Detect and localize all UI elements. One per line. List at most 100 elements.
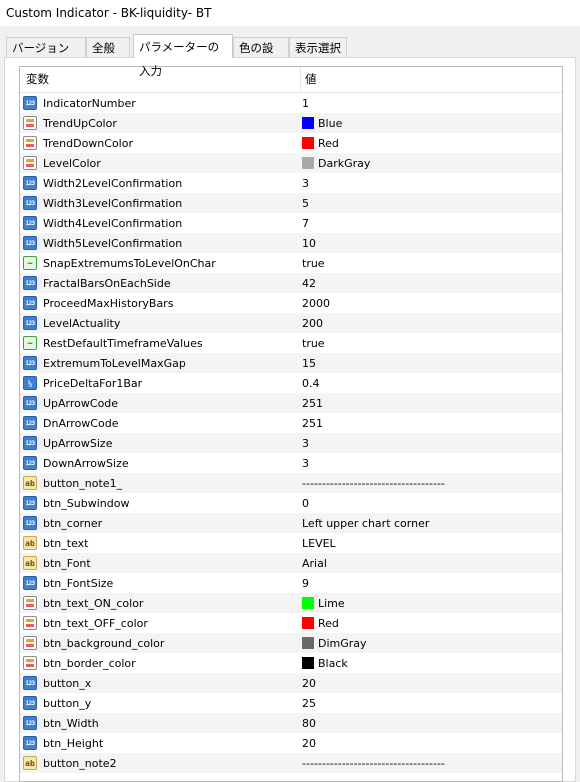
table-row[interactable]: btn_text_OFF_color Red — [20, 613, 562, 633]
table-row[interactable]: 123 Width5LevelConfirmation 10 — [20, 233, 562, 253]
parameter-value-cell[interactable]: 251 — [301, 413, 562, 433]
parameter-value-cell[interactable]: 1 — [301, 93, 562, 113]
table-row[interactable]: 123 ExtremumToLevelMaxGap 15 — [20, 353, 562, 373]
tab-general[interactable]: 全般 — [86, 37, 130, 57]
parameter-name: button_note1_ — [43, 476, 123, 490]
parameter-value-cell[interactable]: Left upper chart corner — [301, 513, 562, 533]
parameter-value-cell[interactable]: Arial — [301, 553, 562, 573]
int-icon: 123 — [23, 356, 37, 370]
window-title: Custom Indicator - BK-liquidity- BT — [0, 0, 580, 26]
table-row[interactable]: 123 Width2LevelConfirmation 3 — [20, 173, 562, 193]
parameter-name: ProceedMaxHistoryBars — [43, 296, 174, 310]
table-row[interactable]: ab btn_text LEVEL — [20, 533, 562, 553]
parameter-value-cell[interactable]: 0 — [301, 493, 562, 513]
table-row[interactable]: ab button_note1_ -------------------------… — [20, 473, 562, 493]
parameter-value-cell[interactable]: 3 — [301, 433, 562, 453]
table-row[interactable]: 123 IndicatorNumber 1 — [20, 93, 562, 113]
parameter-value-cell[interactable]: Black — [301, 653, 562, 673]
parameter-value-cell[interactable]: 200 — [301, 313, 562, 333]
parameter-value-cell[interactable]: 20 — [301, 733, 562, 753]
parameter-value-cell[interactable]: 3 — [301, 173, 562, 193]
table-row[interactable]: 123 btn_corner Left upper chart corner — [20, 513, 562, 533]
parameter-value-cell[interactable]: 10 — [301, 233, 562, 253]
parameter-value-cell[interactable]: 42 — [301, 273, 562, 293]
table-row[interactable]: 123 button_y 25 — [20, 693, 562, 713]
table-row[interactable]: 123 LevelActuality 200 — [20, 313, 562, 333]
table-row[interactable]: 123 DnArrowCode 251 — [20, 413, 562, 433]
parameter-value-cell[interactable]: 3 — [301, 453, 562, 473]
int-icon: 123 — [23, 296, 37, 310]
parameter-value-cell[interactable]: 20 — [301, 673, 562, 693]
parameter-value-cell[interactable]: Lime — [301, 593, 562, 613]
parameter-value-cell[interactable]: Red — [301, 133, 562, 153]
parameter-name-cell: btn_text_OFF_color — [20, 613, 301, 633]
string-icon: ab — [23, 536, 37, 550]
table-row[interactable]: ½ PriceDeltaFor1Bar 0.4 — [20, 373, 562, 393]
parameter-name-cell: 123 ExtremumToLevelMaxGap — [20, 353, 301, 373]
parameter-name-cell: 123 IndicatorNumber — [20, 93, 301, 113]
parameter-name: btn_text_OFF_color — [43, 616, 148, 630]
int-icon: 123 — [23, 676, 37, 690]
table-row[interactable]: 123 UpArrowSize 3 — [20, 433, 562, 453]
parameter-value-cell[interactable]: 251 — [301, 393, 562, 413]
parameter-name: btn_Font — [43, 556, 91, 570]
parameter-value-cell[interactable]: Blue — [301, 113, 562, 133]
table-row[interactable]: ab btn_Font Arial — [20, 553, 562, 573]
int-icon: 123 — [23, 96, 37, 110]
parameter-value-cell[interactable]: 2000 — [301, 293, 562, 313]
tab-colors[interactable]: 色の設定 — [233, 37, 289, 75]
parameter-value: 25 — [302, 696, 316, 710]
parameter-value-cell[interactable]: 0.4 — [301, 373, 562, 393]
parameter-name-cell: btn_border_color — [20, 653, 301, 673]
parameter-name: LevelActuality — [43, 316, 121, 330]
table-row[interactable]: 123 DownArrowSize 3 — [20, 453, 562, 473]
table-row[interactable]: 123 UpArrowCode 251 — [20, 393, 562, 413]
int-icon: 123 — [23, 276, 37, 290]
parameter-value-cell[interactable]: DimGray — [301, 633, 562, 653]
table-row[interactable]: TrendDownColor Red — [20, 133, 562, 153]
parameter-value-cell[interactable]: true — [301, 333, 562, 353]
table-row[interactable]: 123 btn_Subwindow 0 — [20, 493, 562, 513]
table-row[interactable]: 123 btn_Width 80 — [20, 713, 562, 733]
parameter-value-cell[interactable]: true — [301, 253, 562, 273]
table-row[interactable]: ~ SnapExtremumsToLevelOnChar true — [20, 253, 562, 273]
color-swatch — [302, 157, 314, 169]
parameter-value-cell[interactable]: 25 — [301, 693, 562, 713]
tab-version-info[interactable]: バージョン情報 — [6, 37, 86, 75]
parameter-name-cell: ab btn_text — [20, 533, 301, 553]
parameter-name: DnArrowCode — [43, 416, 119, 430]
tab-visualization[interactable]: 表示選択 — [289, 37, 347, 57]
parameter-value-cell[interactable]: 7 — [301, 213, 562, 233]
parameter-value-cell[interactable]: 5 — [301, 193, 562, 213]
table-row[interactable]: TrendUpColor Blue — [20, 113, 562, 133]
parameter-value-cell[interactable]: 80 — [301, 713, 562, 733]
table-row[interactable]: 123 Width4LevelConfirmation 7 — [20, 213, 562, 233]
parameter-name-cell: ~ SnapExtremumsToLevelOnChar — [20, 253, 301, 273]
tab-parameters[interactable]: パラメーターの入力 — [133, 34, 233, 78]
parameter-value-cell[interactable]: LEVEL — [301, 533, 562, 553]
table-row[interactable]: 123 ProceedMaxHistoryBars 2000 — [20, 293, 562, 313]
table-row[interactable]: 123 btn_FontSize 9 — [20, 573, 562, 593]
table-row[interactable]: btn_text_ON_color Lime — [20, 593, 562, 613]
table-row[interactable]: btn_border_color Black — [20, 653, 562, 673]
table-row[interactable]: LevelColor DarkGray — [20, 153, 562, 173]
table-row[interactable]: btn_background_color DimGray — [20, 633, 562, 653]
parameter-value: 7 — [302, 216, 309, 230]
parameter-value-cell[interactable]: 15 — [301, 353, 562, 373]
parameter-name-cell: btn_text_ON_color — [20, 593, 301, 613]
table-row[interactable]: 123 Width3LevelConfirmation 5 — [20, 193, 562, 213]
parameter-value-cell[interactable]: Red — [301, 613, 562, 633]
column-header-value[interactable]: 値 — [301, 67, 562, 92]
table-row[interactable]: 123 button_x 20 — [20, 673, 562, 693]
table-row[interactable]: 123 FractalBarsOnEachSide 42 — [20, 273, 562, 293]
parameter-value-cell[interactable]: ------------------------------------ — [301, 753, 562, 773]
parameter-value-cell[interactable]: 9 — [301, 573, 562, 593]
table-row[interactable]: ab button_note2 --------------------------… — [20, 753, 562, 773]
table-row[interactable]: ~ RestDefaultTimeframeValues true — [20, 333, 562, 353]
parameter-name-cell: 123 Width2LevelConfirmation — [20, 173, 301, 193]
table-row[interactable]: 123 btn_Height 20 — [20, 733, 562, 753]
parameter-value-cell[interactable]: ------------------------------------ — [301, 473, 562, 493]
parameter-name: btn_Subwindow — [43, 496, 130, 510]
parameter-value-cell[interactable]: DarkGray — [301, 153, 562, 173]
parameter-name-cell: 123 Width4LevelConfirmation — [20, 213, 301, 233]
